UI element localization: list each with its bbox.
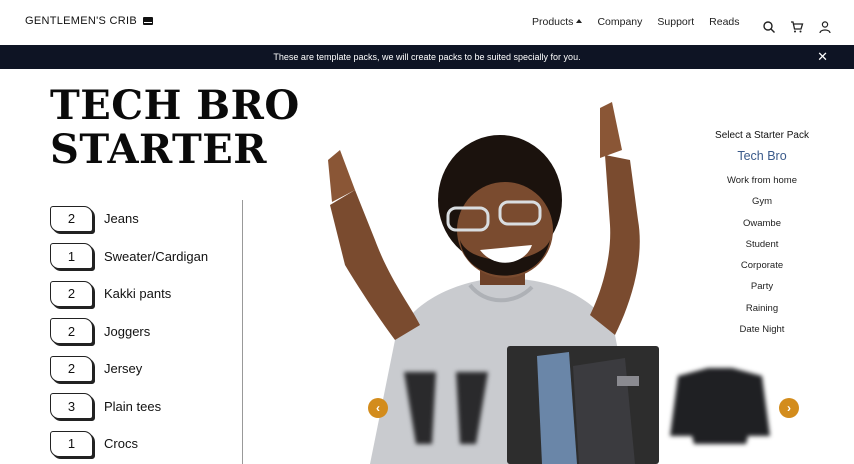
brand-name: GENTLEMEN'S CRIB (25, 15, 138, 27)
envelope-icon (143, 17, 154, 25)
item-label: Jeans (104, 211, 139, 227)
list-item: 3 Plain tees (50, 388, 208, 426)
nav-icon-group (762, 20, 832, 34)
list-item: 1 Crocs (50, 425, 208, 463)
list-item: 2 Jersey (50, 350, 208, 388)
announcement-banner: These are template packs, we will create… (0, 45, 854, 69)
list-item: 2 Joggers (50, 313, 208, 351)
title-line-2: STARTER (50, 126, 268, 173)
pack-option[interactable]: Corporate (700, 255, 824, 276)
cart-icon[interactable] (790, 20, 804, 34)
item-label: Kakki pants (104, 286, 172, 302)
pack-selector-heading: Select a Starter Pack (715, 130, 809, 141)
pack-option[interactable]: Party (700, 276, 824, 297)
item-label: Jersey (104, 361, 143, 377)
starter-pack-selector: Select a Starter Pack Tech Bro Work from… (700, 130, 824, 340)
pack-option[interactable]: Student (700, 234, 824, 255)
carousel-prev-button[interactable]: ‹ (368, 398, 388, 418)
search-icon[interactable] (762, 20, 776, 34)
item-label: Sweater/Cardigan (104, 248, 209, 264)
nav-item-products[interactable]: Products (532, 16, 583, 28)
nav-item-company[interactable]: Company (597, 16, 642, 28)
chevron-left-icon: ‹ (376, 401, 380, 415)
product-image-jeans (537, 352, 639, 464)
item-label: Joggers (104, 323, 151, 339)
chevron-right-icon: › (787, 401, 791, 415)
banner-text: These are template packs, we will create… (273, 52, 581, 62)
carousel-next-button[interactable]: › (779, 398, 799, 418)
list-item: 2 Kakki pants (50, 275, 208, 313)
quantity-box[interactable]: 2 (50, 355, 93, 382)
pack-option[interactable]: Work from home (700, 170, 824, 191)
pack-option[interactable]: Date Night (700, 319, 824, 340)
product-image-sweater (670, 368, 770, 444)
quantity-box[interactable]: 3 (50, 393, 93, 420)
quantity-box[interactable]: 1 (50, 243, 93, 270)
pack-option[interactable]: Gym (700, 191, 824, 212)
brand-logo[interactable]: GENTLEMEN'S CRIB (25, 15, 154, 27)
product-card-jeans[interactable] (507, 346, 659, 464)
main-menu: Products Company Support Reads (532, 16, 740, 28)
product-image-pants (404, 372, 488, 444)
caret-up-icon (576, 19, 583, 23)
quantity-box[interactable]: 2 (50, 280, 93, 307)
close-icon[interactable]: ✕ (817, 50, 828, 64)
pack-option[interactable]: Raining (700, 298, 824, 319)
item-label: Crocs (104, 436, 138, 452)
quantity-box[interactable]: 1 (50, 430, 93, 457)
nav-item-support[interactable]: Support (657, 16, 694, 28)
item-label: Plain tees (104, 398, 162, 414)
pack-option[interactable]: Owambe (700, 213, 824, 234)
quantity-box[interactable]: 2 (50, 318, 93, 345)
page-title: TECH BRO STARTER (50, 84, 300, 172)
pack-option-active[interactable]: Tech Bro (700, 149, 824, 163)
vertical-divider (242, 200, 243, 464)
user-icon[interactable] (818, 20, 832, 34)
top-navbar: GENTLEMEN'S CRIB Products Company Suppor… (0, 0, 854, 44)
title-line-1: TECH BRO (50, 82, 300, 129)
list-item: 2 Jeans (50, 200, 208, 238)
starter-pack-items: 2 Jeans 1 Sweater/Cardigan 2 Kakki pants 2J… (50, 200, 208, 463)
list-item: 1 Sweater/Cardigan (50, 238, 208, 276)
nav-label-products: Products (532, 16, 574, 28)
quantity-box[interactable]: 2 (50, 205, 93, 232)
nav-item-reads[interactable]: Reads (709, 16, 739, 28)
